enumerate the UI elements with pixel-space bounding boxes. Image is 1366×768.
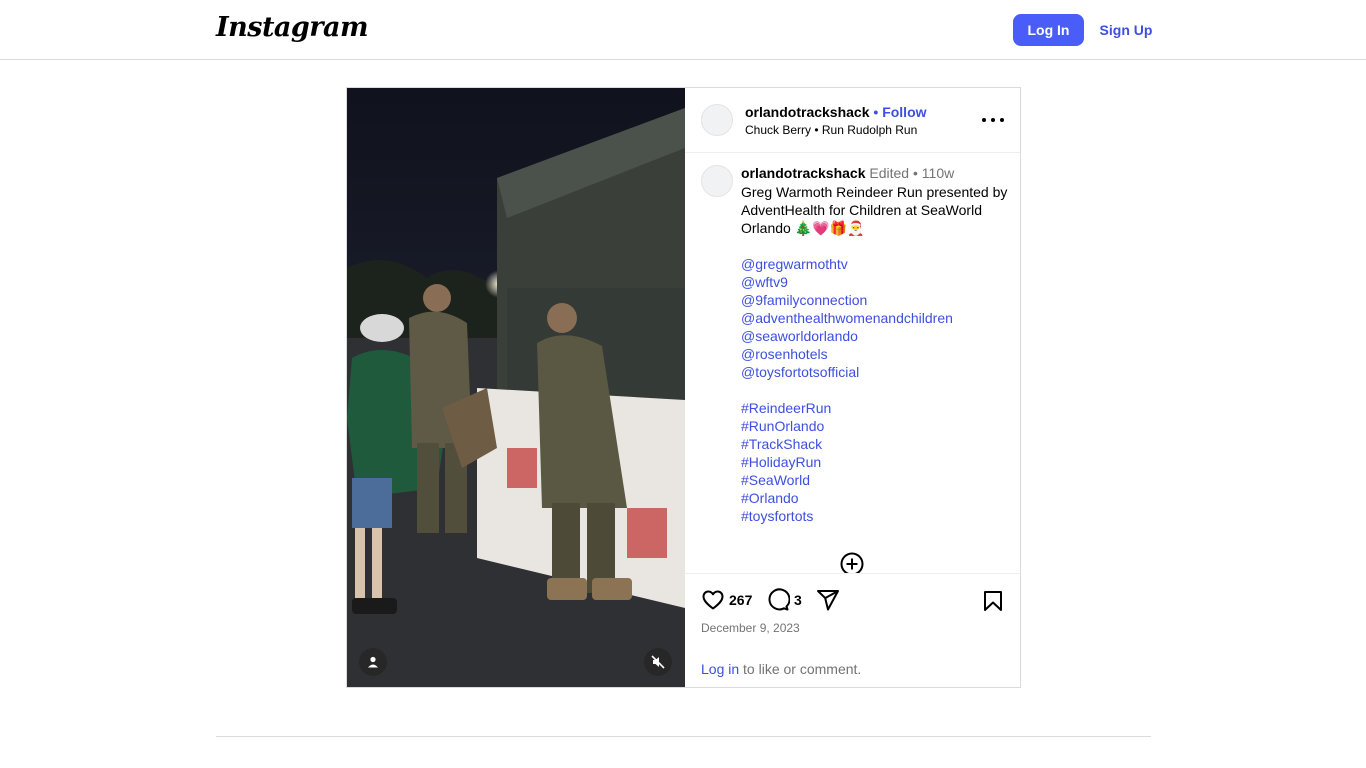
hashtag-link[interactable]: #TrackShack <box>741 435 1011 453</box>
like-group: 267 <box>701 588 752 612</box>
mention-link[interactable]: @seaworldorlando <box>741 327 1011 345</box>
follow-separator: • <box>873 104 879 120</box>
instagram-logo[interactable]: Instagram <box>216 12 369 43</box>
hashtag-link[interactable]: #Orlando <box>741 489 1011 507</box>
sign-up-button[interactable]: Sign Up <box>1094 14 1158 46</box>
speaker-muted-icon <box>651 655 665 669</box>
comment-icon[interactable] <box>766 588 790 612</box>
bookmark-icon[interactable] <box>981 589 1005 613</box>
share-icon[interactable] <box>816 588 840 612</box>
post-date[interactable]: December 9, 2023 <box>701 621 800 635</box>
log-in-button[interactable]: Log In <box>1013 14 1084 46</box>
share-group <box>816 588 840 612</box>
hashtag-link[interactable]: #HolidayRun <box>741 453 1011 471</box>
post-actions: 267 3 December 9, 2023 Log in to like or… <box>685 573 1020 687</box>
like-count[interactable]: 267 <box>729 592 752 608</box>
person-icon <box>368 656 378 668</box>
audio-track[interactable]: Chuck Berry • Run Rudolph Run <box>745 123 917 137</box>
mention-link[interactable]: @adventhealthwomenandchildren <box>741 309 1011 327</box>
mention-link[interactable]: @wftv9 <box>741 273 1011 291</box>
caption-avatar[interactable] <box>701 165 733 197</box>
comment-group: 3 <box>766 588 802 612</box>
caption-line: Orlando 🎄💗🎁🎅 <box>741 220 865 236</box>
caption-header: orlandotrackshack Edited • 110w <box>741 165 954 181</box>
top-bar: Instagram Log In Sign Up <box>0 0 1366 60</box>
hashtag-link[interactable]: #SeaWorld <box>741 471 1011 489</box>
caption-line: Greg Warmoth Reindeer Run presented by <box>741 184 1008 200</box>
hashtag-link[interactable]: #toysfortots <box>741 507 1011 525</box>
post-header: orlandotrackshack • Follow Chuck Berry •… <box>685 88 1020 153</box>
mention-link[interactable]: @9familyconnection <box>741 291 1011 309</box>
footer-divider <box>216 736 1151 737</box>
caption-text: Greg Warmoth Reindeer Run presented by A… <box>741 183 1011 525</box>
caption-line: AdventHealth for Children at SeaWorld <box>741 202 982 218</box>
comment-count[interactable]: 3 <box>794 592 802 608</box>
follow-button[interactable]: Follow <box>882 104 926 120</box>
login-prompt: Log in to like or comment. <box>701 661 861 677</box>
log-in-link[interactable]: Log in <box>701 661 739 677</box>
more-options-icon[interactable] <box>982 110 1004 130</box>
video-frame <box>347 88 685 687</box>
mute-toggle-button[interactable] <box>644 648 672 676</box>
load-more-comments-icon[interactable] <box>840 552 864 573</box>
caption-section: orlandotrackshack Edited • 110w Greg War… <box>685 153 1020 573</box>
caption-username[interactable]: orlandotrackshack <box>741 165 866 181</box>
author-username[interactable]: orlandotrackshack <box>745 104 870 120</box>
mention-link[interactable]: @rosenhotels <box>741 345 1011 363</box>
login-prompt-text: to like or comment. <box>739 661 862 677</box>
mention-link[interactable]: @gregwarmothtv <box>741 255 1011 273</box>
edited-label: Edited • <box>869 165 918 181</box>
tagged-user-button[interactable] <box>359 648 387 676</box>
post-sidebar: orlandotrackshack • Follow Chuck Berry •… <box>685 88 1020 687</box>
hashtag-link[interactable]: #RunOrlando <box>741 417 1011 435</box>
post-age[interactable]: 110w <box>922 165 954 181</box>
post-card: orlandotrackshack • Follow Chuck Berry •… <box>346 87 1021 688</box>
post-video[interactable] <box>347 88 685 687</box>
author-avatar[interactable] <box>701 104 733 136</box>
mention-link[interactable]: @toysfortotsofficial <box>741 363 1011 381</box>
heart-icon[interactable] <box>701 588 725 612</box>
author-username-row: orlandotrackshack • Follow <box>745 104 927 120</box>
hashtag-link[interactable]: #ReindeerRun <box>741 399 1011 417</box>
